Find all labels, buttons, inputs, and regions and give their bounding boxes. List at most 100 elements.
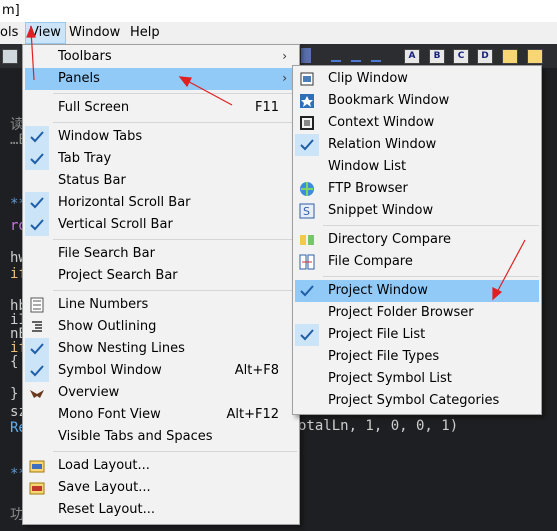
menu-item-window-tabs[interactable]: Window Tabs	[25, 126, 297, 148]
shortcut-label: Alt+F12	[226, 407, 279, 422]
menu-item-ftp-browser[interactable]: FTP Browser	[295, 178, 539, 200]
menu-separator	[323, 276, 539, 277]
toolbar-button-d[interactable]: D	[477, 49, 493, 64]
menu-item-overview[interactable]: Overview	[25, 382, 297, 404]
menu-item-project-symbol-list[interactable]: Project Symbol List	[295, 368, 539, 390]
folder-icon[interactable]	[502, 49, 518, 64]
menu-item-full-screen[interactable]: Full Screen F11	[25, 97, 297, 119]
menu-item-reset-layout[interactable]: Reset Layout...	[25, 499, 297, 521]
menu-item-label: Symbol Window	[58, 363, 162, 378]
menu-item-label: File Search Bar	[58, 246, 155, 261]
eagle-icon	[29, 385, 45, 401]
menu-item-project-file-types[interactable]: Project File Types	[295, 346, 539, 368]
menu-item-label: Horizontal Scroll Bar	[58, 195, 191, 210]
open-folder-icon[interactable]	[527, 49, 543, 64]
menu-bar: ols View Window Help	[0, 22, 557, 45]
menu-item-label: Context Window	[328, 115, 435, 130]
panels-submenu: Clip Window Bookmark Window Context Window…	[292, 65, 542, 415]
menu-item-load-layout[interactable]: Load Layout...	[25, 455, 297, 477]
menu-item-project-folder-browser[interactable]: Project Folder Browser	[295, 302, 539, 324]
menu-item-show-outlining[interactable]: Show Outlining	[25, 316, 297, 338]
line-numbers-icon	[29, 297, 45, 313]
outlining-icon	[29, 319, 45, 335]
menu-tools[interactable]: ols	[0, 22, 22, 44]
menu-separator	[53, 122, 297, 123]
view-menu: Toolbars › Panels › Full Screen F11 Window Tab…	[22, 44, 300, 525]
menu-item-toolbars[interactable]: Toolbars ›	[25, 46, 297, 68]
menu-item-project-window[interactable]: Project Window	[295, 280, 539, 302]
menu-item-label: Project Search Bar	[58, 268, 178, 283]
menu-item-label: Line Numbers	[58, 297, 149, 312]
code-line: {	[10, 354, 19, 370]
menu-item-clip-window[interactable]: Clip Window	[295, 68, 539, 90]
menu-item-save-layout[interactable]: Save Layout...	[25, 477, 297, 499]
save-layout-icon	[29, 480, 45, 496]
menu-help[interactable]: Help	[126, 22, 164, 44]
menu-item-label: Project Window	[328, 283, 428, 298]
menu-item-label: Project Folder Browser	[328, 305, 474, 320]
menu-item-label: Window List	[328, 159, 407, 174]
menu-view[interactable]: View	[25, 22, 66, 44]
menu-separator	[53, 239, 297, 240]
menu-item-label: Show Outlining	[58, 319, 157, 334]
menu-item-relation-window[interactable]: Relation Window	[295, 134, 539, 156]
menu-item-label: Show Nesting Lines	[58, 341, 185, 356]
menu-item-label: Panels	[58, 71, 100, 86]
bookmark-icon	[299, 93, 315, 109]
menu-item-panels[interactable]: Panels ›	[25, 68, 297, 90]
menu-item-project-file-list[interactable]: Project File List	[295, 324, 539, 346]
checkmark-icon	[25, 360, 49, 382]
menu-item-label: Relation Window	[328, 137, 437, 152]
clip-icon	[299, 71, 315, 87]
menu-item-show-nesting-lines[interactable]: Show Nesting Lines	[25, 338, 297, 360]
menu-item-label: Load Layout...	[58, 458, 150, 473]
save-icon[interactable]	[2, 49, 18, 64]
menu-separator	[53, 93, 297, 94]
snippet-icon: S	[299, 203, 315, 219]
menu-item-label: Project File List	[328, 327, 426, 342]
menu-item-label: Toolbars	[58, 49, 112, 64]
toolbar-arrows-icon[interactable]	[331, 53, 389, 62]
menu-item-project-symbol-categories[interactable]: Project Symbol Categories	[295, 390, 539, 412]
menu-item-tab-tray[interactable]: Tab Tray	[25, 148, 297, 170]
toolbar-button-c[interactable]: C	[453, 49, 469, 64]
toolbar-dropdown[interactable]	[301, 48, 311, 63]
menu-item-label: Reset Layout...	[58, 502, 156, 517]
context-icon	[299, 115, 315, 131]
menu-item-horizontal-scroll-bar[interactable]: Horizontal Scroll Bar	[25, 192, 297, 214]
menu-item-context-window[interactable]: Context Window	[295, 112, 539, 134]
menu-item-line-numbers[interactable]: Line Numbers	[25, 294, 297, 316]
menu-item-bookmark-window[interactable]: Bookmark Window	[295, 90, 539, 112]
menu-item-file-search-bar[interactable]: File Search Bar	[25, 243, 297, 265]
menu-item-window-list[interactable]: Window List	[295, 156, 539, 178]
menu-item-label: Bookmark Window	[328, 93, 450, 108]
submenu-arrow-icon: ›	[282, 71, 287, 85]
menu-item-label: Clip Window	[328, 71, 408, 86]
shortcut-label: F11	[254, 100, 279, 115]
menu-separator	[53, 451, 297, 452]
menu-item-vertical-scroll-bar[interactable]: Vertical Scroll Bar	[25, 214, 297, 236]
menu-item-snippet-window[interactable]: S Snippet Window	[295, 200, 539, 222]
directory-compare-icon	[299, 232, 315, 248]
menu-item-label: Vertical Scroll Bar	[58, 217, 173, 232]
menu-item-label: Overview	[58, 385, 120, 400]
menu-item-symbol-window[interactable]: Symbol Window Alt+F8	[25, 360, 297, 382]
menu-item-file-compare[interactable]: File Compare	[295, 251, 539, 273]
menu-item-mono-font-view[interactable]: Mono Font View Alt+F12	[25, 404, 297, 426]
menu-window[interactable]: Window	[65, 22, 124, 44]
checkmark-icon	[295, 324, 319, 346]
menu-item-label: Snippet Window	[328, 203, 434, 218]
menu-item-directory-compare[interactable]: Directory Compare	[295, 229, 539, 251]
checkmark-icon	[25, 126, 49, 148]
menu-item-project-search-bar[interactable]: Project Search Bar	[25, 265, 297, 287]
menu-item-label: Tab Tray	[58, 151, 112, 166]
toolbar-button-b[interactable]: B	[429, 49, 445, 64]
menu-item-visible-tabs-and-spaces[interactable]: Visible Tabs and Spaces	[25, 426, 297, 448]
checkmark-icon	[295, 280, 319, 302]
shortcut-label: Alt+F8	[234, 363, 279, 378]
menu-item-status-bar[interactable]: Status Bar	[25, 170, 297, 192]
code-tail: otalLn, 1, 0, 0, 1)	[298, 418, 459, 434]
svg-text:S: S	[303, 205, 310, 218]
toolbar-button-a[interactable]: A	[404, 49, 420, 64]
file-compare-icon	[299, 254, 315, 270]
